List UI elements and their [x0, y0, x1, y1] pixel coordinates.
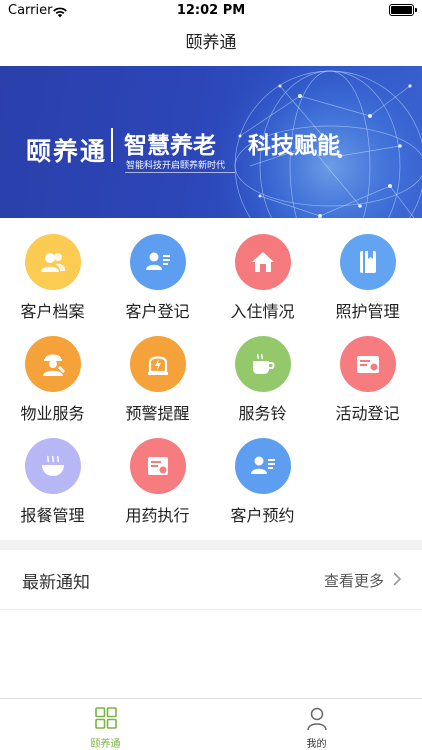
status-bar: Carrier 12:02 PM: [0, 0, 422, 22]
banner-slogan-2: 科技赋能: [248, 133, 340, 159]
menu-label: 照护管理: [335, 302, 400, 321]
tab-label: 我的: [306, 739, 327, 750]
menu-label: 报餐管理: [20, 506, 85, 525]
banner-slogan-1: 智慧养老: [124, 133, 216, 159]
view-more-link[interactable]: 查看更多: [324, 570, 384, 591]
nav-title: 颐养通: [0, 22, 422, 66]
latest-notice-header: 最新通知 查看更多: [0, 550, 422, 610]
alarm-icon: [129, 336, 186, 392]
menu-item-alert-reminder[interactable]: 预警提醒: [105, 320, 210, 423]
section-separator: [0, 540, 422, 550]
menu-item-appointment[interactable]: 客户预约: [210, 422, 315, 525]
menu-item-medication[interactable]: 用药执行: [105, 422, 210, 525]
battery-icon: [389, 4, 417, 16]
menu-label: 活动登记: [335, 404, 400, 423]
menu-label: 用药执行: [125, 506, 190, 525]
ticket-icon: [339, 336, 396, 392]
banner-subtitle-underline: [125, 172, 235, 173]
person-icon: [306, 707, 327, 731]
menu-label: 入住情况: [230, 302, 295, 321]
function-grid: 客户档案 客户登记 入住情况 照护管理 物业服务 预警提醒 服务铃 活动登记 报…: [0, 218, 422, 540]
menu-item-property-service[interactable]: 物业服务: [0, 320, 105, 423]
receipt-icon: [129, 438, 186, 494]
tab-mine[interactable]: 我的: [211, 699, 422, 750]
notice-title: 最新通知: [22, 573, 90, 593]
chevron-right-icon[interactable]: [392, 571, 402, 591]
menu-item-customer-register[interactable]: 客户登记: [105, 218, 210, 321]
person-card-icon: [234, 438, 291, 494]
banner-brand: 颐养通: [26, 137, 108, 166]
book-icon: [339, 234, 396, 290]
tab-bar: 颐养通 我的: [0, 698, 422, 750]
banner-subtitle: 智能科技开启颐养新时代: [126, 161, 226, 171]
banner-divider: [111, 128, 113, 162]
menu-label: 客户预约: [230, 506, 295, 525]
people-icon: [24, 234, 81, 290]
id-card-icon: [129, 234, 186, 290]
bowl-icon: [24, 438, 81, 494]
menu-item-activity-register[interactable]: 活动登记: [315, 320, 420, 423]
tab-home[interactable]: 颐养通: [0, 699, 211, 750]
menu-item-checkin-status[interactable]: 入住情况: [210, 218, 315, 321]
tab-label: 颐养通: [90, 739, 121, 750]
home-icon: [234, 234, 291, 290]
menu-item-care-management[interactable]: 照护管理: [315, 218, 420, 321]
worker-icon: [24, 336, 81, 392]
menu-label: 客户档案: [20, 302, 85, 321]
cup-icon: [234, 336, 291, 392]
menu-label: 客户登记: [125, 302, 190, 321]
grid-icon: [94, 707, 117, 729]
menu-label: 物业服务: [20, 404, 85, 423]
status-time: 12:02 PM: [176, 3, 246, 18]
menu-item-customer-archive[interactable]: 客户档案: [0, 218, 105, 321]
menu-item-meal-management[interactable]: 报餐管理: [0, 422, 105, 525]
menu-item-service-bell[interactable]: 服务铃: [210, 320, 315, 423]
promo-banner[interactable]: 颐养通 智慧养老 科技赋能 智能科技开启颐养新时代: [0, 66, 422, 218]
menu-label: 预警提醒: [125, 404, 190, 423]
menu-label: 服务铃: [238, 404, 287, 423]
